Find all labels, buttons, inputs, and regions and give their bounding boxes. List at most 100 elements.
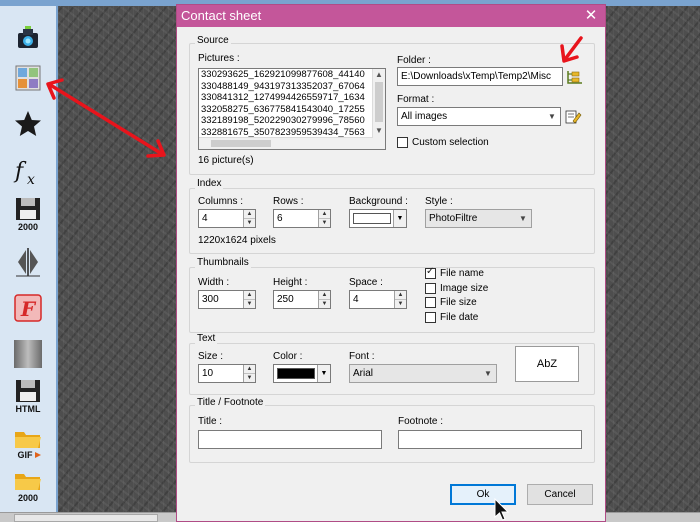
file-date-box[interactable] bbox=[425, 312, 436, 323]
rows-value: 6 bbox=[277, 213, 283, 224]
scroll-thumb[interactable] bbox=[14, 514, 158, 522]
svg-text:F: F bbox=[20, 297, 37, 321]
file-size-label: File size bbox=[440, 297, 477, 308]
gradient-icon[interactable] bbox=[10, 336, 46, 372]
horizontal-scroll-thumb[interactable] bbox=[211, 140, 271, 147]
folder-label: Folder : bbox=[397, 55, 431, 66]
increment-icon[interactable]: ▲ bbox=[319, 210, 330, 219]
font-select[interactable]: Arial ▼ bbox=[349, 364, 497, 383]
rows-label: Rows : bbox=[273, 196, 304, 207]
picture-list-item[interactable]: 332058275_636775841543040_17255 bbox=[199, 104, 385, 116]
camera-icon[interactable] bbox=[10, 20, 46, 56]
index-group-label: Index bbox=[195, 178, 224, 189]
width-label: Width : bbox=[198, 277, 230, 288]
source-group-label: Source bbox=[195, 35, 231, 46]
pictures-vertical-scrollbar[interactable]: ▲ ▼ bbox=[372, 69, 385, 149]
fx-icon[interactable]: fx bbox=[10, 154, 46, 190]
close-icon[interactable]: ✕ bbox=[583, 5, 599, 27]
folder-gif-icon[interactable]: GIF bbox=[10, 424, 46, 460]
edit-format-icon[interactable] bbox=[564, 108, 582, 126]
format-label: Format : bbox=[397, 94, 435, 105]
style-value: PhotoFiltre bbox=[429, 213, 478, 224]
cancel-button[interactable]: Cancel bbox=[527, 484, 593, 505]
picture-list-item[interactable]: 332189198_520229030279996_78560 bbox=[199, 115, 385, 127]
file-date-label: File date bbox=[440, 312, 479, 323]
picture-list-item[interactable]: 330293625_162921099877608_44140 bbox=[199, 69, 385, 81]
pictures-label: Pictures : bbox=[198, 53, 240, 64]
scroll-down-icon[interactable]: ▼ bbox=[373, 125, 385, 137]
format-value: All images bbox=[401, 111, 448, 122]
font-preview: AbZ bbox=[515, 346, 579, 382]
thumbnails-group-label: Thumbnails bbox=[195, 257, 251, 268]
pictures-horizontal-scrollbar[interactable] bbox=[199, 137, 373, 149]
browse-folder-icon[interactable] bbox=[566, 68, 584, 86]
filtre-logo-icon[interactable]: F bbox=[10, 290, 46, 326]
size-label: Size : bbox=[198, 351, 224, 362]
floppy-html-icon[interactable]: HTML bbox=[10, 378, 46, 414]
file-size-box[interactable] bbox=[425, 297, 436, 308]
picture-list-item[interactable]: 330488149_943197313352037_67064 bbox=[199, 81, 385, 93]
style-select[interactable]: PhotoFiltre ▼ bbox=[425, 209, 532, 228]
font-size-stepper[interactable]: 10 ▲ ▼ bbox=[198, 364, 256, 383]
decrement-icon[interactable]: ▼ bbox=[244, 374, 255, 383]
folder-2000-icon[interactable]: 2000 bbox=[10, 468, 46, 504]
increment-icon[interactable]: ▲ bbox=[244, 365, 255, 374]
image-size-checkbox[interactable]: Image size bbox=[425, 283, 488, 294]
vertical-scroll-thumb[interactable] bbox=[375, 82, 383, 122]
custom-selection-checkbox[interactable]: Custom selection bbox=[397, 137, 489, 148]
index-size-text: 1220x1624 pixels bbox=[198, 235, 276, 246]
increment-icon[interactable]: ▲ bbox=[395, 291, 406, 300]
star-icon[interactable] bbox=[10, 106, 46, 142]
color-label: Color : bbox=[273, 351, 303, 362]
font-label: Font : bbox=[349, 351, 375, 362]
mirror-icon[interactable] bbox=[10, 244, 46, 280]
background-color-swatch bbox=[353, 213, 391, 224]
svg-text:HTML: HTML bbox=[16, 404, 41, 414]
width-stepper[interactable]: 300 ▲ ▼ bbox=[198, 290, 256, 309]
decrement-icon[interactable]: ▼ bbox=[319, 219, 330, 228]
width-value: 300 bbox=[202, 294, 219, 305]
text-color-picker[interactable]: ▼ bbox=[273, 364, 331, 383]
folder-input[interactable]: E:\Downloads\xTemp\Temp2\Misc bbox=[397, 67, 563, 86]
decrement-icon[interactable]: ▼ bbox=[319, 300, 330, 309]
background-color-picker[interactable]: ▼ bbox=[349, 209, 407, 228]
increment-icon[interactable]: ▲ bbox=[319, 291, 330, 300]
columns-stepper[interactable]: 4 ▲ ▼ bbox=[198, 209, 256, 228]
rows-stepper[interactable]: 6 ▲ ▼ bbox=[273, 209, 331, 228]
title-input[interactable] bbox=[198, 430, 382, 449]
left-toolbar: fx 2000 F HTML GIF 2000 bbox=[0, 6, 58, 512]
custom-selection-box[interactable] bbox=[397, 137, 408, 148]
chevron-down-icon[interactable]: ▼ bbox=[317, 365, 330, 382]
columns-label: Columns : bbox=[198, 196, 244, 207]
decrement-icon[interactable]: ▼ bbox=[244, 300, 255, 309]
svg-text:x: x bbox=[27, 172, 35, 188]
file-size-checkbox[interactable]: File size bbox=[425, 297, 477, 308]
space-stepper[interactable]: 4 ▲ ▼ bbox=[349, 290, 407, 309]
file-date-checkbox[interactable]: File date bbox=[425, 312, 478, 323]
file-name-box[interactable] bbox=[425, 266, 436, 279]
footnote-input[interactable] bbox=[398, 430, 582, 449]
chevron-down-icon[interactable]: ▼ bbox=[393, 210, 406, 227]
floppy-2000-icon[interactable]: 2000 bbox=[10, 196, 46, 232]
title-label: Title : bbox=[198, 416, 223, 427]
height-label: Height : bbox=[273, 277, 308, 288]
scroll-up-icon[interactable]: ▲ bbox=[373, 69, 385, 81]
contact-sheet-icon[interactable] bbox=[10, 60, 46, 96]
increment-icon[interactable]: ▲ bbox=[244, 210, 255, 219]
title-footnote-group-label: Title / Footnote bbox=[195, 397, 266, 408]
decrement-icon[interactable]: ▼ bbox=[395, 300, 406, 309]
file-name-checkbox[interactable]: File name bbox=[425, 266, 484, 279]
height-stepper[interactable]: 250 ▲ ▼ bbox=[273, 290, 331, 309]
image-size-box[interactable] bbox=[425, 283, 436, 294]
pictures-listbox[interactable]: 330293625_162921099877608_44140 330488149… bbox=[198, 68, 386, 150]
chevron-down-icon: ▼ bbox=[548, 112, 556, 121]
footnote-label: Footnote : bbox=[398, 416, 444, 427]
picture-list-item[interactable]: 330841312_1274994426559717_1634 bbox=[199, 92, 385, 104]
increment-icon[interactable]: ▲ bbox=[244, 291, 255, 300]
decrement-icon[interactable]: ▼ bbox=[244, 219, 255, 228]
format-select[interactable]: All images ▼ bbox=[397, 107, 561, 126]
contact-sheet-dialog: Contact sheet ✕ Source Pictures : 330293… bbox=[176, 4, 606, 522]
columns-value: 4 bbox=[202, 213, 208, 224]
pictures-count: 16 picture(s) bbox=[198, 155, 254, 166]
dialog-title: Contact sheet bbox=[181, 8, 262, 23]
